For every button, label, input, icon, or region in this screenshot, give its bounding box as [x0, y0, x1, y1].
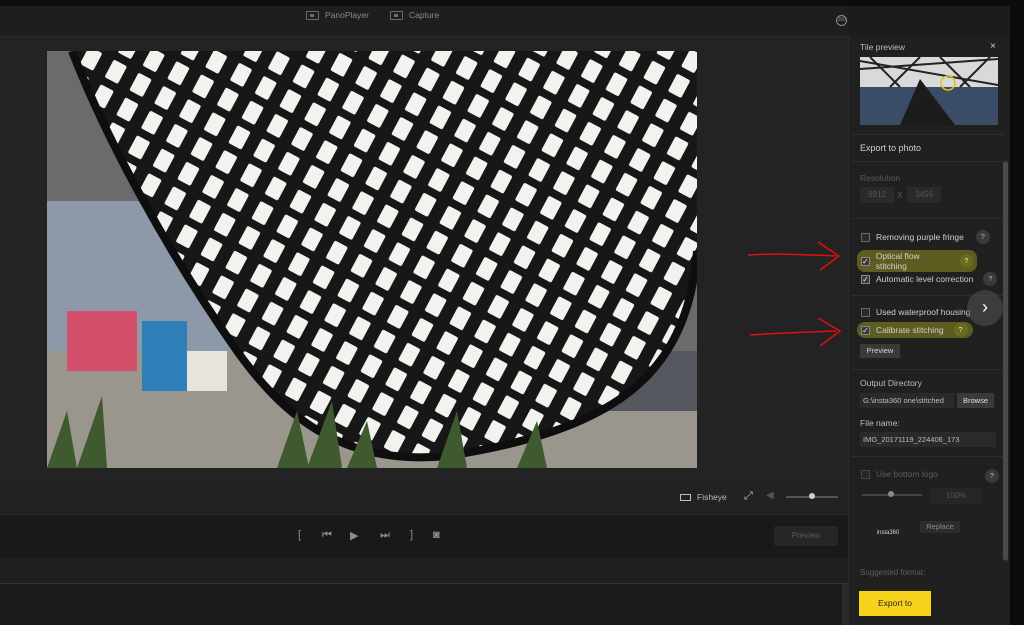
- bottom-area: [0, 584, 848, 625]
- option-optical-flow-stitching[interactable]: Optical flow stitching ?: [857, 250, 977, 272]
- resolution-width-input[interactable]: 6912: [860, 187, 894, 203]
- option-use-bottom-logo[interactable]: Use bottom logo: [861, 469, 938, 479]
- playback-preview-button[interactable]: Preview: [774, 526, 838, 546]
- option-label: Used waterproof housing: [876, 307, 971, 317]
- photo-image: [47, 51, 697, 468]
- volume-slider-knob[interactable]: [809, 493, 815, 499]
- fullscreen-icon[interactable]: ⤢: [744, 490, 753, 503]
- help-icon[interactable]: ?: [953, 323, 968, 337]
- checkbox-automatic-level-correction[interactable]: [861, 274, 870, 284]
- divider: [852, 218, 1004, 219]
- checkbox-calibrate-stitching[interactable]: [861, 325, 870, 335]
- export-section-title: Export to photo: [860, 143, 922, 153]
- snapshot-camera-icon[interactable]: ◙: [433, 529, 440, 541]
- replace-logo-button[interactable]: Replace: [920, 521, 960, 533]
- annotation-arrows: [747, 241, 842, 347]
- checkbox-removing-purple-fringe[interactable]: [861, 232, 870, 242]
- tile-preview-title: Tile preview: [860, 42, 906, 52]
- divider: [852, 369, 1004, 370]
- skip-forward-icon[interactable]: ⏭: [380, 529, 390, 542]
- next-arrow-icon[interactable]: ›: [967, 290, 1003, 326]
- browse-button[interactable]: Browse: [957, 393, 994, 408]
- play-icon[interactable]: ▶: [350, 529, 358, 542]
- option-label: Automatic level correction: [876, 274, 974, 284]
- resolution-height-input[interactable]: 3456: [907, 187, 941, 203]
- option-used-waterproof-housing[interactable]: Used waterproof housing: [861, 307, 971, 317]
- export-button[interactable]: Export to: [859, 591, 931, 616]
- help-icon[interactable]: ?: [959, 254, 973, 268]
- resolution-separator: X: [897, 191, 903, 200]
- output-directory-input[interactable]: G:\insta360 one\stitched: [860, 393, 954, 408]
- checkbox-used-waterproof-housing[interactable]: [861, 307, 870, 317]
- volume-icon[interactable]: ◀: [766, 490, 774, 501]
- tab-panoplayer[interactable]: PanoPlayer: [306, 10, 369, 20]
- logo-size-slider-knob[interactable]: [888, 491, 894, 497]
- divider: [852, 161, 1004, 162]
- mark-out-icon[interactable]: ]: [410, 529, 413, 541]
- panoplayer-icon: [306, 10, 319, 20]
- view-360-icon[interactable]: 360: [836, 15, 847, 26]
- file-name-input[interactable]: IMG_20171119_224406_173: [860, 432, 996, 447]
- view-mode-fisheye[interactable]: Fisheye: [680, 492, 727, 502]
- help-icon[interactable]: ?: [975, 230, 990, 244]
- option-calibrate-stitching[interactable]: Calibrate stitching ?: [857, 322, 973, 338]
- annotation-arrow-line: [747, 253, 837, 257]
- divider: [852, 134, 1004, 135]
- output-directory-label: Output Directory: [860, 378, 922, 388]
- divider: [852, 456, 1004, 457]
- skip-back-icon[interactable]: ⏮: [322, 529, 332, 542]
- resolution-label: Resolution: [860, 173, 901, 183]
- panel-scrollbar-thumb[interactable]: [1003, 162, 1008, 560]
- view-mode-label: Fisheye: [697, 492, 727, 502]
- option-label: Calibrate stitching: [876, 325, 944, 335]
- help-icon[interactable]: ?: [983, 272, 998, 286]
- option-label: Use bottom logo: [876, 469, 938, 479]
- annotation-arrow-line: [749, 330, 837, 336]
- bottom-logo-image: insta360: [876, 530, 900, 536]
- fisheye-icon: [680, 493, 691, 501]
- mark-in-icon[interactable]: [: [298, 529, 301, 541]
- checkbox-optical-flow-stitching[interactable]: [861, 256, 870, 266]
- logo-size-value[interactable]: 100%: [930, 488, 982, 504]
- tab-capture-label: Capture: [409, 10, 440, 20]
- option-label: Removing purple fringe: [876, 232, 964, 242]
- checkbox-use-bottom-logo[interactable]: [861, 469, 870, 479]
- tab-capture[interactable]: Capture: [390, 10, 439, 20]
- preview-button[interactable]: Preview: [860, 344, 900, 358]
- suggested-format-label: Suggested format:: [860, 568, 926, 577]
- playback-bar: [0, 514, 848, 560]
- tab-panoplayer-label: PanoPlayer: [325, 10, 369, 20]
- help-icon[interactable]: ?: [985, 469, 999, 483]
- close-icon[interactable]: ×: [990, 41, 996, 52]
- window-right-edge: [1010, 0, 1024, 625]
- timeline[interactable]: [0, 558, 848, 584]
- option-automatic-level-correction[interactable]: Automatic level correction ?: [861, 272, 998, 286]
- option-removing-purple-fringe[interactable]: Removing purple fringe ?: [861, 230, 990, 244]
- file-name-label: File name:: [860, 418, 900, 428]
- tile-preview-thumbnail: [860, 57, 998, 125]
- capture-icon: [390, 10, 403, 20]
- option-label: Optical flow stitching: [875, 251, 920, 271]
- panorama-photo[interactable]: [47, 51, 697, 468]
